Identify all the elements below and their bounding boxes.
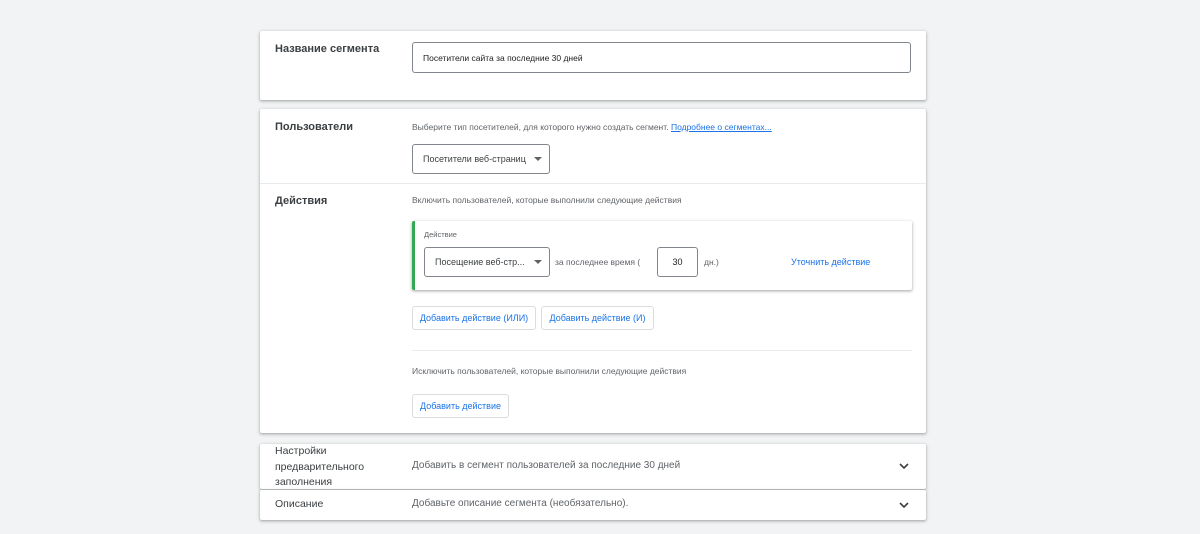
chevron-down-icon[interactable] <box>898 460 910 472</box>
period-suffix-text: дн.) <box>704 257 719 267</box>
visitor-type-dropdown[interactable]: Посетители веб-страниц <box>412 144 550 174</box>
include-users-text: Включить пользователей, которые выполнил… <box>412 195 682 205</box>
description-label: Описание <box>275 498 324 510</box>
caret-down-icon <box>534 260 542 264</box>
description-summary: Добавьте описание сегмента (необязательн… <box>412 498 629 509</box>
add-action-and-button[interactable]: Добавить действие (И) <box>541 306 654 330</box>
visitor-type-value: Посетители веб-страниц <box>423 154 526 164</box>
users-description: Выберите тип посетителей, для которого н… <box>412 122 772 132</box>
add-exclude-action-button[interactable]: Добавить действие <box>412 394 509 418</box>
exclude-users-text: Исключить пользователей, которые выполни… <box>412 366 687 376</box>
segment-name-label: Название сегмента <box>275 43 380 55</box>
users-label: Пользователи <box>275 121 354 133</box>
caret-down-icon <box>534 157 542 161</box>
exclude-divider <box>412 350 912 351</box>
days-input[interactable]: 30 <box>657 247 698 277</box>
period-prefix-text: за последнее время ( <box>555 257 641 267</box>
action-type-dropdown[interactable]: Посещение веб-стр... <box>424 247 550 277</box>
prefill-label: Настройки предварительного заполнения <box>275 445 365 488</box>
description-card[interactable]: Описание Добавьте описание сегмента (нео… <box>260 490 926 520</box>
section-divider <box>260 183 926 184</box>
prefill-summary: Добавить в сегмент пользователей за посл… <box>412 460 681 471</box>
chevron-down-icon[interactable] <box>898 499 910 511</box>
action-card-title: Действие <box>424 230 457 239</box>
add-action-or-button[interactable]: Добавить действие (ИЛИ) <box>412 306 536 330</box>
action-card: Действие Посещение веб-стр... за последн… <box>412 221 912 290</box>
refine-action-button[interactable]: Уточнить действие <box>791 257 870 267</box>
days-value: 30 <box>672 257 683 267</box>
segments-help-link[interactable]: Подробнее о сегментах... <box>671 122 772 132</box>
action-type-value: Посещение веб-стр... <box>435 257 525 267</box>
users-actions-card: Пользователи Выберите тип посетителей, д… <box>260 109 926 433</box>
actions-label: Действия <box>275 195 328 207</box>
segment-name-input[interactable]: Посетители сайта за последние 30 дней <box>412 42 911 73</box>
segment-name-card: Название сегмента Посетители сайта за по… <box>260 31 926 100</box>
segment-name-value: Посетители сайта за последние 30 дней <box>423 52 583 63</box>
prefill-settings-card[interactable]: Настройки предварительного заполнения До… <box>260 444 926 489</box>
